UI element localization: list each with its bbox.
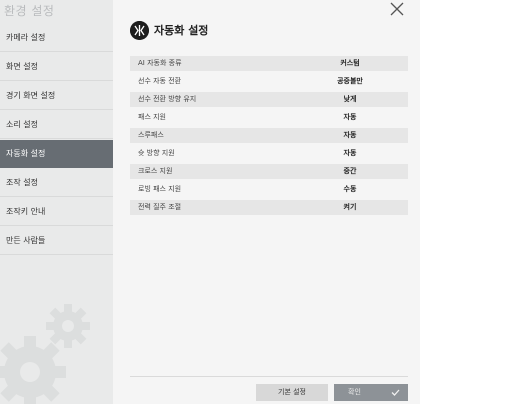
sidebar-item-automation[interactable]: 자동화 설정 [0, 140, 113, 168]
sidebar-item-credits[interactable]: 만든 사람들 [0, 227, 113, 255]
setting-value: 공중볼만 [337, 77, 363, 85]
setting-label: 슛 방향 지원 [138, 149, 175, 157]
automation-icon [130, 21, 149, 40]
setting-row-through-pass[interactable]: 스루패스 자동 [130, 128, 408, 143]
setting-row-cross-assist[interactable]: 크로스 지원 중간 [130, 164, 408, 179]
setting-row-switch-direction[interactable]: 선수 전환 방향 유지 낮게 [130, 92, 408, 107]
setting-label: 패스 지원 [138, 113, 166, 121]
sidebar-item-controls[interactable]: 조작 설정 [0, 169, 113, 197]
close-icon[interactable] [388, 0, 406, 18]
setting-row-sprint-control[interactable]: 전력 질주 조절 켜기 [130, 200, 408, 215]
setting-row-lob-pass[interactable]: 로빙 패스 지원 수동 [130, 182, 408, 197]
sidebar-item-match-screen[interactable]: 경기 화면 설정 [0, 82, 113, 110]
setting-value: 자동 [343, 149, 357, 157]
sidebar-item-control-guide[interactable]: 조작키 안내 [0, 198, 113, 226]
setting-value: 켜기 [343, 203, 357, 211]
setting-value: 자동 [343, 113, 357, 121]
sidebar-item-screen[interactable]: 화면 설정 [0, 53, 113, 81]
check-icon [391, 389, 400, 396]
setting-row-pass-assist[interactable]: 패스 지원 자동 [130, 110, 408, 125]
setting-label: 로빙 패스 지원 [138, 185, 182, 193]
right-background [420, 0, 520, 404]
ok-button-label: 확인 [348, 388, 361, 396]
setting-row-ai-type[interactable]: AI 자동화 종류 커스텀 [130, 56, 408, 71]
setting-label: 선수 자동 전환 [138, 77, 182, 85]
gears-icon [0, 304, 90, 404]
ok-button[interactable]: 확인 [334, 384, 408, 401]
setting-value: 커스텀 [340, 59, 360, 67]
setting-label: 스루패스 [138, 131, 164, 139]
setting-label: 전력 질주 조절 [138, 203, 182, 211]
setting-value: 수동 [343, 185, 357, 193]
setting-value: 중간 [343, 167, 357, 175]
sidebar-item-sound[interactable]: 소리 설정 [0, 111, 113, 139]
setting-row-shot-direction[interactable]: 슛 방향 지원 자동 [130, 146, 408, 161]
setting-label: 선수 전환 방향 유지 [138, 95, 197, 103]
page-title: 자동화 설정 [154, 24, 209, 37]
setting-label: 크로스 지원 [138, 167, 173, 175]
setting-row-auto-switch[interactable]: 선수 자동 전환 공중볼만 [130, 74, 408, 89]
footer-divider [130, 376, 408, 377]
setting-value: 자동 [343, 131, 357, 139]
setting-label: AI 자동화 종류 [138, 59, 182, 67]
sidebar: 환경 설정 카메라 설정 화면 설정 경기 화면 설정 소리 설정 자동화 설정… [0, 0, 113, 404]
sidebar-item-camera[interactable]: 카메라 설정 [0, 24, 113, 52]
default-settings-button[interactable]: 기본 설정 [256, 384, 328, 401]
sidebar-header: 환경 설정 [4, 4, 55, 18]
setting-value: 낮게 [343, 95, 357, 103]
